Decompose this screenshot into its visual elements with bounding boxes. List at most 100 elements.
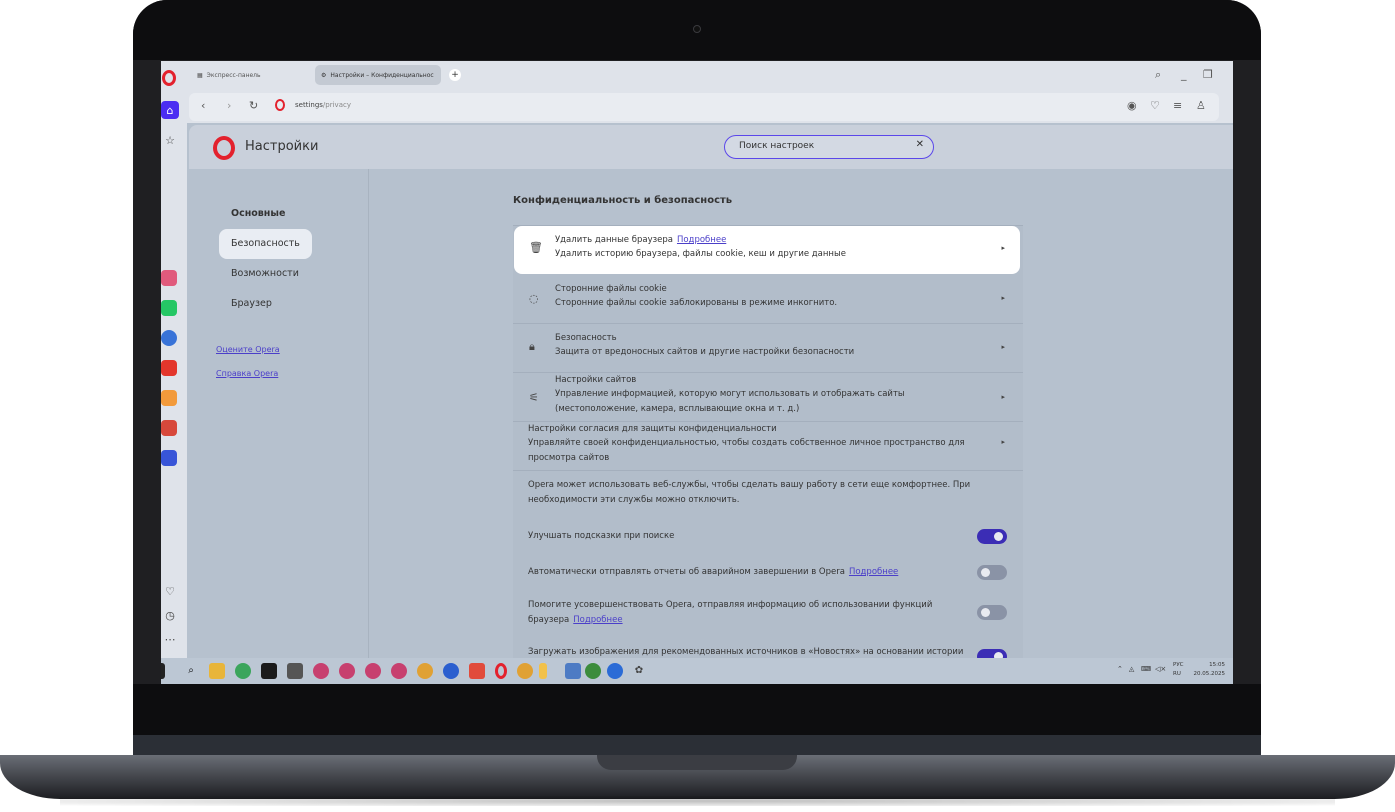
start-icon[interactable] — [161, 663, 165, 679]
opera-gx-icon[interactable] — [313, 663, 329, 679]
row-subtitle: (местоположение, камера, всплывающие окн… — [555, 404, 800, 414]
star-icon[interactable]: ☆ — [161, 131, 179, 149]
row-title-text: Удалить данные браузера — [555, 235, 673, 245]
heart-icon[interactable]: ♡ — [1150, 99, 1160, 112]
keyboard-icon[interactable]: ⌨ — [1141, 665, 1151, 673]
rate-opera-link[interactable]: Оцените Opera — [216, 345, 280, 354]
services-note: Opera может использовать веб-службы, что… — [528, 480, 971, 490]
music-icon[interactable] — [161, 450, 177, 466]
torrent-icon[interactable] — [585, 663, 601, 679]
opera-logo-icon[interactable] — [162, 70, 176, 86]
crash-reports-toggle[interactable] — [977, 565, 1007, 580]
app-icon[interactable]: ✿ — [631, 663, 647, 679]
folder-icon[interactable] — [209, 663, 225, 679]
yandex-icon[interactable] — [161, 360, 177, 376]
clock-time: 15:05 — [1209, 662, 1225, 668]
privacy-consent-row[interactable]: Настройки согласия для защиты конфиденци… — [513, 422, 1023, 470]
chevron-up-icon[interactable]: ⌃ — [1117, 665, 1123, 673]
nav-item-features[interactable]: Возможности — [219, 259, 311, 289]
vk-icon[interactable] — [161, 330, 177, 346]
more-icon[interactable]: ⋯ — [161, 630, 179, 648]
reload-icon[interactable]: ↻ — [249, 99, 258, 112]
app-icon[interactable] — [161, 420, 177, 436]
url-text[interactable]: settings/privacy — [295, 101, 351, 109]
search-icon[interactable]: ⌕ — [1155, 68, 1161, 82]
row-subtitle: просмотра сайтов — [528, 453, 610, 463]
opera-help-link[interactable]: Справка Opera — [216, 369, 278, 378]
forward-icon[interactable]: › — [227, 99, 231, 112]
lang-bottom: RU — [1173, 671, 1181, 677]
gear-icon: ⚙ — [321, 71, 327, 79]
trash-icon: 🗑︎ — [529, 241, 543, 254]
delete-browsing-data-row[interactable]: 🗑︎ Удалить данные браузера Подробнее Удал… — [514, 226, 1020, 274]
chrome-icon[interactable] — [417, 663, 433, 679]
network-icon[interactable]: ◬ — [1129, 665, 1134, 673]
settings-nav: Основные Безопасность Возможности Браузе… — [189, 169, 369, 658]
learn-more-link[interactable]: Подробнее — [573, 615, 622, 625]
nav-item-security[interactable]: Безопасность — [219, 229, 312, 259]
url-host: settings — [295, 101, 323, 109]
opera-gx-icon[interactable] — [391, 663, 407, 679]
site-settings-row[interactable]: ⚟ Настройки сайтов Управление информацие… — [513, 373, 1023, 421]
whatsapp-icon[interactable] — [161, 300, 177, 316]
restore-icon[interactable]: ❐ — [1203, 68, 1213, 81]
nav-item-browser[interactable]: Браузер — [219, 289, 284, 319]
row-title: Сторонние файлы cookie — [555, 284, 667, 294]
opera-badge-icon — [275, 99, 285, 111]
search-input[interactable]: Поиск настроек ✕ — [724, 135, 934, 159]
sliders-icon: ⚟ — [529, 391, 539, 404]
app-icon[interactable] — [161, 270, 177, 286]
news-images-toggle[interactable] — [977, 649, 1007, 658]
tab-settings[interactable]: ⚙ Настройки – Конфиденциальнос — [315, 65, 441, 85]
search-value: Поиск настроек — [739, 141, 815, 151]
calculator-icon[interactable] — [287, 663, 303, 679]
app-icon[interactable] — [443, 663, 459, 679]
grid-icon: ▦ — [197, 71, 203, 79]
history-icon[interactable]: ◷ — [161, 606, 179, 624]
nav-item-basic[interactable]: Основные — [219, 199, 297, 229]
language-indicator[interactable]: РУС RU — [1173, 661, 1184, 679]
tab-speed-dial[interactable]: ▦ Экспресс-панель — [191, 65, 311, 85]
arrow-right-icon: ▸ — [1001, 294, 1005, 302]
row-title: Безопасность — [555, 333, 617, 343]
home-icon[interactable]: ⌂ — [161, 101, 179, 119]
row-subtitle: Удалить историю браузера, файлы cookie, … — [555, 249, 846, 259]
security-row[interactable]: 🔒︎ Безопасность Защита от вредоносных са… — [513, 324, 1023, 372]
camera-icon — [693, 25, 701, 33]
usage-stats-toggle[interactable] — [977, 605, 1007, 620]
back-icon[interactable]: ‹ — [201, 99, 205, 112]
toggle-knob — [981, 608, 990, 617]
app-icon[interactable] — [607, 663, 623, 679]
opera-sidebar: ⌂ ☆ ♡ ◷ ⋯ — [161, 61, 187, 658]
camera-icon[interactable]: ◉ — [1127, 99, 1137, 112]
menu-icon[interactable]: ≡ — [1173, 99, 1182, 112]
app-icon[interactable] — [261, 663, 277, 679]
section-title: Конфиденциальность и безопасность — [513, 195, 733, 206]
app-icon[interactable] — [469, 663, 485, 679]
opera-gx-icon[interactable] — [339, 663, 355, 679]
search-suggestions-toggle[interactable] — [977, 529, 1007, 544]
clock-date: 20.05.2025 — [1193, 671, 1226, 677]
profile-icon[interactable]: ♙ — [1196, 99, 1206, 112]
clock[interactable]: 15:05 20.05.2025 — [1194, 661, 1226, 679]
close-icon[interactable]: ✕ — [916, 139, 924, 150]
heart-icon[interactable]: ♡ — [161, 582, 179, 600]
minimize-icon[interactable]: _ — [1181, 68, 1187, 81]
search-icon[interactable]: ⌕ — [183, 663, 199, 679]
opera-icon[interactable] — [495, 663, 507, 679]
third-party-cookies-row[interactable]: ◌ Сторонние файлы cookie Сторонние файлы… — [513, 276, 1023, 323]
toggle-text: браузера — [528, 615, 570, 625]
chrome-icon[interactable] — [235, 663, 251, 679]
chrome-icon[interactable] — [517, 663, 533, 679]
app-icon[interactable] — [161, 390, 177, 406]
url-path: /privacy — [322, 101, 351, 109]
app-icon[interactable] — [539, 663, 547, 679]
opera-gx-icon[interactable] — [365, 663, 381, 679]
app-icon[interactable] — [565, 663, 581, 679]
new-tab-button[interactable]: + — [449, 69, 461, 81]
learn-more-link[interactable]: Подробнее — [849, 567, 898, 577]
learn-more-link[interactable]: Подробнее — [677, 235, 726, 245]
laptop-notch — [597, 755, 797, 770]
row-subtitle: Защита от вредоносных сайтов и другие на… — [555, 347, 855, 357]
speaker-icon[interactable]: ◁× — [1155, 665, 1166, 673]
